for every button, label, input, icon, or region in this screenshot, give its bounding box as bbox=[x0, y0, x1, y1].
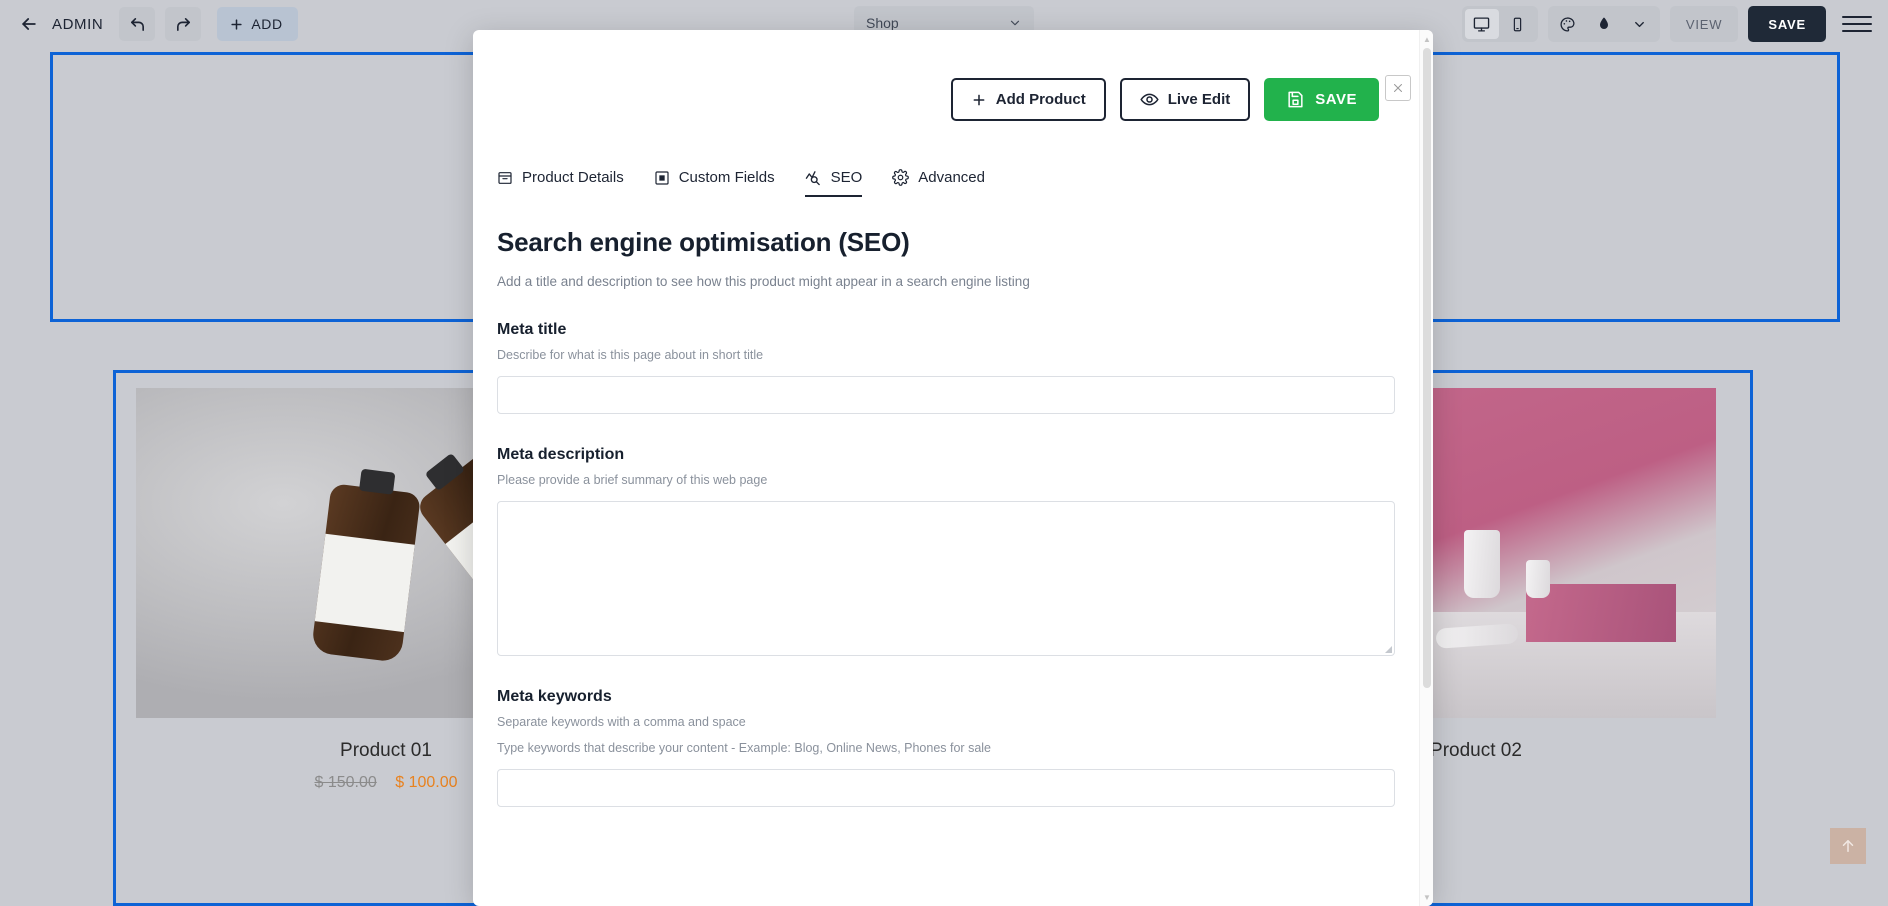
meta-keywords-input[interactable] bbox=[497, 769, 1395, 807]
meta-keywords-hint: Separate keywords with a comma and space bbox=[497, 715, 746, 729]
tab-custom-fields[interactable]: Custom Fields bbox=[654, 169, 775, 197]
scrollbar-thumb[interactable] bbox=[1423, 48, 1431, 688]
box-icon bbox=[497, 170, 513, 186]
live-edit-label: Live Edit bbox=[1167, 91, 1231, 108]
meta-keywords-field-group: Meta keywords Separate keywords with a c… bbox=[497, 688, 1395, 807]
seo-chart-icon bbox=[805, 169, 822, 186]
meta-title-field-group: Meta title Describe for what is this pag… bbox=[497, 321, 1395, 414]
admin-builder-screen: ADMIN ADD Shop VIEW SAVE Product 01 $ 15… bbox=[0, 0, 1888, 906]
close-icon[interactable] bbox=[1385, 75, 1411, 101]
modal-overlay: Add Product Live Edit SAVE Product Detai… bbox=[0, 0, 1888, 906]
tab-label: Product Details bbox=[522, 169, 624, 186]
meta-keywords-example-hint: Type keywords that describe your content… bbox=[497, 741, 991, 755]
tab-label: Advanced bbox=[918, 169, 985, 186]
modal-action-bar: Add Product Live Edit SAVE bbox=[473, 30, 1419, 121]
meta-title-input[interactable] bbox=[497, 376, 1395, 414]
meta-title-hint: Describe for what is this page about in … bbox=[497, 348, 764, 362]
tab-seo[interactable]: SEO bbox=[804, 169, 863, 197]
product-editor-modal: Add Product Live Edit SAVE Product Detai… bbox=[473, 30, 1433, 906]
modal-scrollbar[interactable]: ▲ ▼ bbox=[1419, 30, 1433, 906]
square-filled-icon bbox=[654, 170, 670, 186]
tab-label: SEO bbox=[830, 169, 863, 186]
tab-advanced[interactable]: Advanced bbox=[892, 169, 985, 197]
caret-down-icon[interactable]: ▼ bbox=[1420, 890, 1433, 904]
add-product-button[interactable]: Add Product bbox=[950, 78, 1106, 121]
live-edit-button[interactable]: Live Edit bbox=[1119, 78, 1251, 121]
seo-panel: Search engine optimisation (SEO) Add a t… bbox=[473, 197, 1419, 807]
add-product-label: Add Product bbox=[995, 91, 1086, 108]
modal-scroll-area: Add Product Live Edit SAVE Product Detai… bbox=[473, 30, 1419, 906]
save-disk-icon bbox=[1286, 90, 1305, 109]
meta-title-label: Meta title bbox=[497, 321, 567, 338]
meta-description-label: Meta description bbox=[497, 446, 625, 463]
seo-subtitle: Add a title and description to see how t… bbox=[497, 274, 1030, 289]
meta-description-textarea[interactable] bbox=[497, 501, 1395, 656]
save-product-label: SAVE bbox=[1315, 91, 1357, 108]
tab-label: Custom Fields bbox=[678, 169, 775, 186]
eye-icon bbox=[1140, 90, 1159, 109]
meta-description-field-group: Meta description Please provide a brief … bbox=[497, 446, 1395, 656]
tab-product-details[interactable]: Product Details bbox=[497, 169, 624, 197]
gear-icon bbox=[892, 169, 910, 186]
save-product-button[interactable]: SAVE bbox=[1264, 78, 1379, 121]
modal-tabs: Product Details Custom Fields SEO Advanc… bbox=[473, 121, 1419, 197]
meta-description-hint: Please provide a brief summary of this w… bbox=[497, 473, 768, 487]
page-title: Search engine optimisation (SEO) bbox=[497, 227, 910, 257]
meta-keywords-label: Meta keywords bbox=[497, 688, 612, 705]
plus-icon bbox=[971, 92, 987, 108]
caret-up-icon[interactable]: ▲ bbox=[1420, 32, 1433, 46]
